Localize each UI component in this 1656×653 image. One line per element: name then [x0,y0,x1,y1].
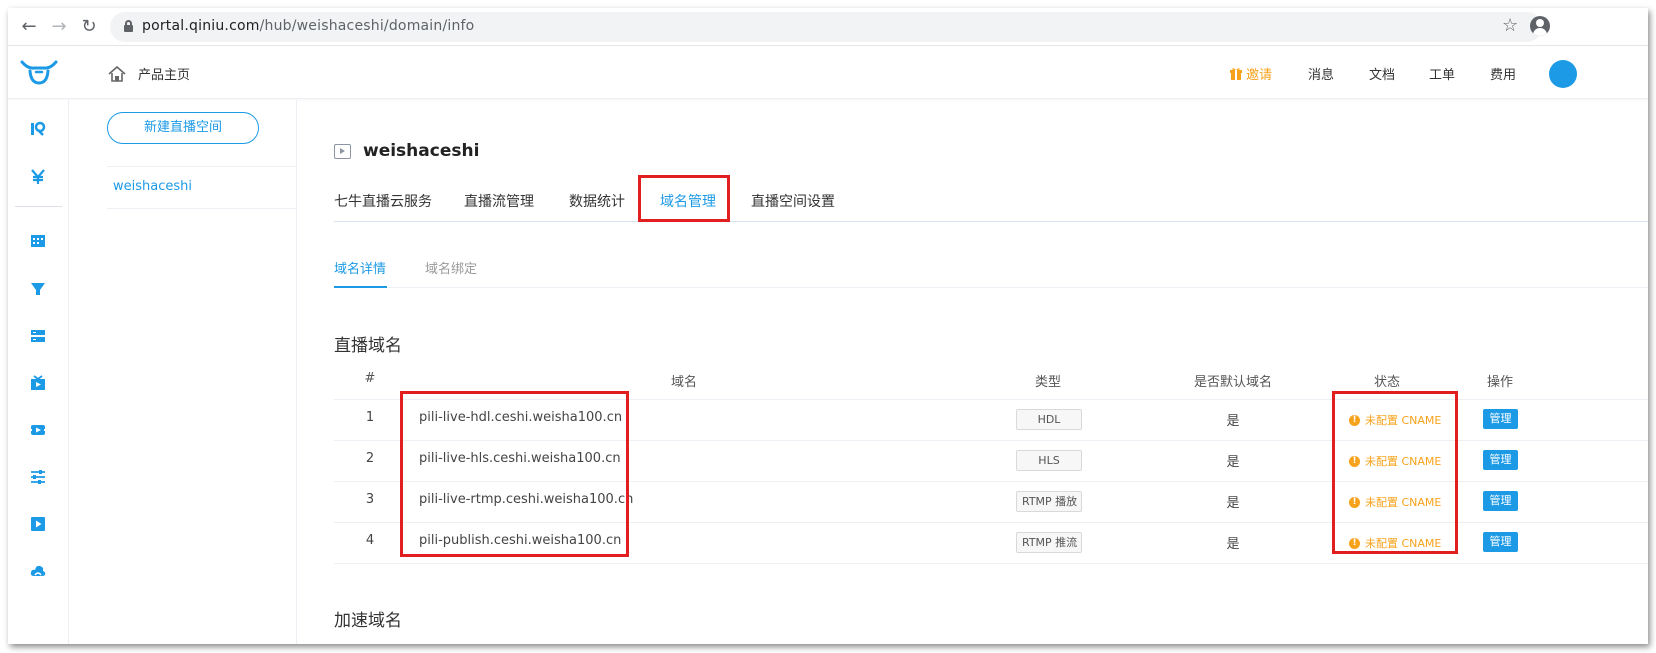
subtab-bar: 域名详情 域名绑定 [334,246,1648,288]
subtab-domain-details[interactable]: 域名详情 [334,258,386,277]
sidebar-divider [107,166,297,167]
tab-stream-management[interactable]: 直播流管理 [464,191,534,211]
live-tv-icon[interactable] [30,375,46,391]
tab-statistics[interactable]: 数据统计 [569,191,625,211]
row-index: 2 [365,451,375,466]
product-home-link[interactable]: 产品主页 [108,64,190,83]
lock-icon [124,20,133,32]
manage-button[interactable]: 管理 [1483,450,1518,470]
type-tag: HLS [1016,450,1082,471]
browser-toolbar: ← → ↻ portal.qiniu.com/hub/weishaceshi/d… [8,8,1648,46]
main-content: weishaceshi 七牛直播云服务 直播流管理 数据统计 域名管理 直播空间… [298,100,1648,644]
column-header-domain: 域名 [670,375,697,390]
compute-icon[interactable] [30,328,46,344]
section-title-live-domains: 直播域名 [334,336,402,356]
address-bar[interactable]: portal.qiniu.com/hub/weishaceshi/domain/… [110,12,1542,42]
column-header-default: 是否默认域名 [1193,375,1272,390]
highlight-box-status [1332,391,1458,554]
manage-button[interactable]: 管理 [1483,491,1518,511]
sliders-icon[interactable] [30,469,46,485]
messages-link[interactable]: 消息 [1308,64,1334,83]
cloud-icon[interactable] [30,563,46,579]
back-arrow-icon[interactable]: ← [18,16,40,38]
url-text: portal.qiniu.com/hub/weishaceshi/domain/… [142,18,474,34]
highlight-box-domains [400,391,629,557]
gift-icon [1230,67,1242,80]
tickets-link[interactable]: 工单 [1429,64,1455,83]
manage-button[interactable]: 管理 [1483,532,1518,552]
type-tag: RTMP 播放 [1016,491,1082,512]
cdn-funnel-icon[interactable] [30,281,46,297]
manage-button[interactable]: 管理 [1483,409,1518,429]
column-header-action: 操作 [1486,375,1513,390]
section-title-cdn-domains: 加速域名 [334,611,402,631]
row-default: 是 [1226,496,1240,511]
overview-icon[interactable] [30,121,46,137]
type-tag: RTMP 推流 [1016,532,1082,553]
avatar[interactable] [1549,60,1577,88]
docs-link[interactable]: 文档 [1369,64,1395,83]
screenshot-frame: ← → ↻ portal.qiniu.com/hub/weishaceshi/d… [8,8,1648,644]
type-tag: HDL [1016,409,1082,430]
column-header-type: 类型 [1034,375,1061,390]
highlight-box-domain-tab [638,175,730,222]
url-host: portal.qiniu.com [142,18,260,34]
sidebar-divider [107,208,297,209]
video-icon[interactable] [30,422,46,438]
storage-icon[interactable] [30,233,46,249]
invite-label: 邀请 [1246,68,1273,83]
row-index: 1 [365,410,375,425]
tab-qiniu-live-service[interactable]: 七牛直播云服务 [334,191,432,211]
qiniu-logo-icon[interactable] [20,59,58,87]
url-path: /hub/weishaceshi/domain/info [259,18,475,34]
billing-link[interactable]: 费用 [1490,64,1516,83]
column-header-status: 状态 [1373,375,1400,390]
row-index: 4 [365,533,375,548]
subtab-domain-binding[interactable]: 域名绑定 [425,258,477,277]
yuan-icon[interactable] [30,169,46,185]
home-label: 产品主页 [138,68,191,83]
tab-bar: 七牛直播云服务 直播流管理 数据统计 域名管理 直播空间设置 [334,175,1648,222]
space-sidebar: 新建直播空间 weishaceshi [70,100,297,644]
invite-link[interactable]: 邀请 [1230,64,1272,83]
row-index: 3 [365,492,375,507]
bookmark-star-icon[interactable]: ☆ [1502,15,1518,36]
forward-arrow-icon[interactable]: → [48,16,70,38]
reload-icon[interactable]: ↻ [78,16,100,38]
rail-divider [15,206,62,207]
new-live-space-button[interactable]: 新建直播空间 [107,112,259,144]
live-space-icon [334,144,351,159]
space-item-weishaceshi[interactable]: weishaceshi [113,179,192,194]
page-title: weishaceshi [363,141,480,161]
media-icon[interactable] [30,516,46,532]
row-default: 是 [1226,455,1240,470]
account-icon[interactable] [1530,16,1550,36]
column-header-index: # [364,371,376,386]
home-icon [108,65,126,82]
active-subtab-indicator [334,286,387,288]
row-default: 是 [1226,414,1240,429]
product-rail [8,100,69,644]
app-header: 产品主页 邀请 消息 文档 工单 费用 [8,47,1648,99]
tab-space-settings[interactable]: 直播空间设置 [751,191,835,211]
row-default: 是 [1226,537,1240,552]
